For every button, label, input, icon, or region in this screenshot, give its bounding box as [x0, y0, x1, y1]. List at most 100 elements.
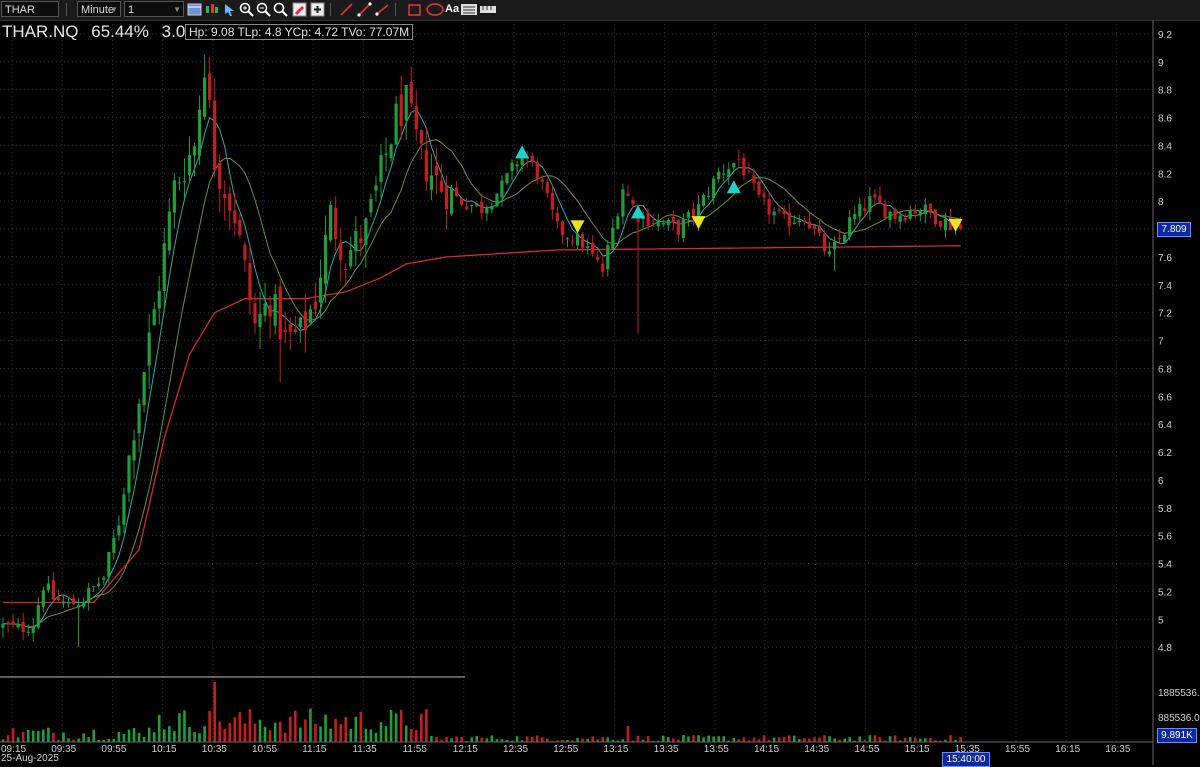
measure-icon[interactable]: [479, 2, 497, 17]
candle-body: [71, 598, 76, 605]
volume-bar: [929, 737, 932, 742]
volume-bar: [722, 736, 726, 742]
candle-body: [394, 103, 398, 145]
candle-body: [283, 329, 287, 333]
volume-value-tag: 9.891K: [1157, 728, 1197, 743]
candle-body: [510, 162, 514, 172]
ray-line-icon[interactable]: [375, 2, 390, 17]
price-tick-label: 5.6: [1158, 532, 1172, 543]
volume-bar: [369, 729, 373, 742]
volume-bar: [228, 722, 232, 742]
rectangle-icon[interactable]: [407, 2, 422, 17]
candle-body: [742, 157, 746, 176]
candle-body: [732, 162, 736, 168]
add-icon[interactable]: [310, 2, 325, 17]
volume-bar: [294, 710, 297, 742]
candle-body: [182, 181, 187, 183]
volume-bar: [591, 736, 594, 742]
candle-body: [616, 216, 620, 229]
price-tick-label: 4.8: [1158, 643, 1172, 654]
candle-body: [913, 210, 917, 214]
volume-bar: [198, 733, 201, 742]
line-draw-icon[interactable]: [339, 2, 354, 17]
candle-body: [787, 212, 791, 227]
zoom-out-icon[interactable]: [256, 2, 271, 17]
calendar-icon[interactable]: [187, 2, 202, 17]
volume-bar: [47, 727, 50, 742]
candle-body: [354, 230, 358, 252]
candle-body: [293, 329, 297, 333]
volume-bar: [183, 710, 186, 742]
symbol-input[interactable]: THAR: [1, 1, 59, 17]
volume-bar: [414, 730, 418, 742]
time-tick-label: 14:15: [754, 744, 779, 755]
candle-body: [434, 166, 439, 176]
volume-bar: [67, 738, 70, 742]
candle-body: [545, 182, 549, 194]
volume-bar: [525, 736, 529, 742]
candle-body: [848, 217, 852, 237]
candle-body: [263, 303, 267, 316]
volume-bar: [626, 726, 630, 742]
edit-icon[interactable]: [292, 2, 307, 17]
candle-body: [258, 313, 262, 328]
volume-bar: [42, 729, 45, 742]
volume-bar: [661, 735, 665, 742]
volume-bar: [394, 713, 398, 742]
candle-body: [167, 211, 171, 251]
volume-bar: [823, 735, 826, 742]
candles-icon[interactable]: [204, 2, 219, 17]
volume-bar: [450, 738, 453, 742]
price-chart[interactable]: 9.298.88.68.48.287.87.67.47.276.86.66.46…: [0, 20, 1200, 765]
timeframe-select[interactable]: Minute ▼: [77, 1, 121, 17]
candle-body: [631, 199, 635, 205]
volume-bar: [535, 735, 539, 742]
volume-bar: [687, 736, 690, 742]
volume-bar: [803, 738, 806, 742]
candle-body: [757, 181, 761, 195]
zoom-fit-icon[interactable]: [273, 2, 288, 17]
candle-body: [676, 219, 680, 235]
price-tick-label: 6.2: [1158, 448, 1172, 459]
price-tick-label: 5: [1158, 615, 1164, 626]
volume-bar: [924, 738, 927, 742]
candle-body: [288, 324, 292, 332]
volume-bar: [258, 719, 262, 742]
volume-bar: [379, 722, 383, 742]
volume-bar: [530, 737, 534, 742]
candle-body: [77, 604, 81, 608]
trendline-icon[interactable]: [357, 2, 372, 17]
volume-bar: [682, 735, 685, 742]
volume-bar: [52, 732, 55, 742]
volume-bar: [777, 737, 781, 742]
text-icon[interactable]: Aa: [445, 2, 459, 17]
pointer-icon[interactable]: [222, 2, 237, 17]
candle-body: [389, 144, 393, 159]
candle-body: [1, 623, 5, 628]
candle-body: [691, 208, 696, 217]
candle-body: [238, 219, 242, 236]
candle-body: [470, 204, 474, 207]
candle-body: [218, 162, 222, 190]
volume-bar: [21, 732, 25, 742]
volume-bar: [147, 727, 151, 742]
candle-body: [409, 82, 413, 104]
time-tick-label: 15:15: [905, 744, 930, 755]
volume-bar: [420, 713, 423, 742]
candle-body: [908, 210, 912, 219]
candle-body: [530, 155, 534, 163]
ellipse-icon[interactable]: [425, 2, 445, 17]
candle-body: [460, 198, 464, 205]
price-tick-label: 6.6: [1158, 392, 1172, 403]
zoom-in-icon[interactable]: [239, 2, 254, 17]
candle-body: [807, 221, 811, 229]
interval-select[interactable]: 1 ▼: [124, 1, 184, 17]
indicator-list-icon[interactable]: [460, 2, 478, 17]
candle-body: [712, 178, 716, 199]
candle-body: [455, 187, 459, 197]
candle-body: [772, 211, 776, 216]
candle-body: [197, 109, 202, 156]
candle-body: [575, 233, 580, 246]
volume-series: [1, 682, 962, 742]
volume-bar: [445, 737, 448, 742]
